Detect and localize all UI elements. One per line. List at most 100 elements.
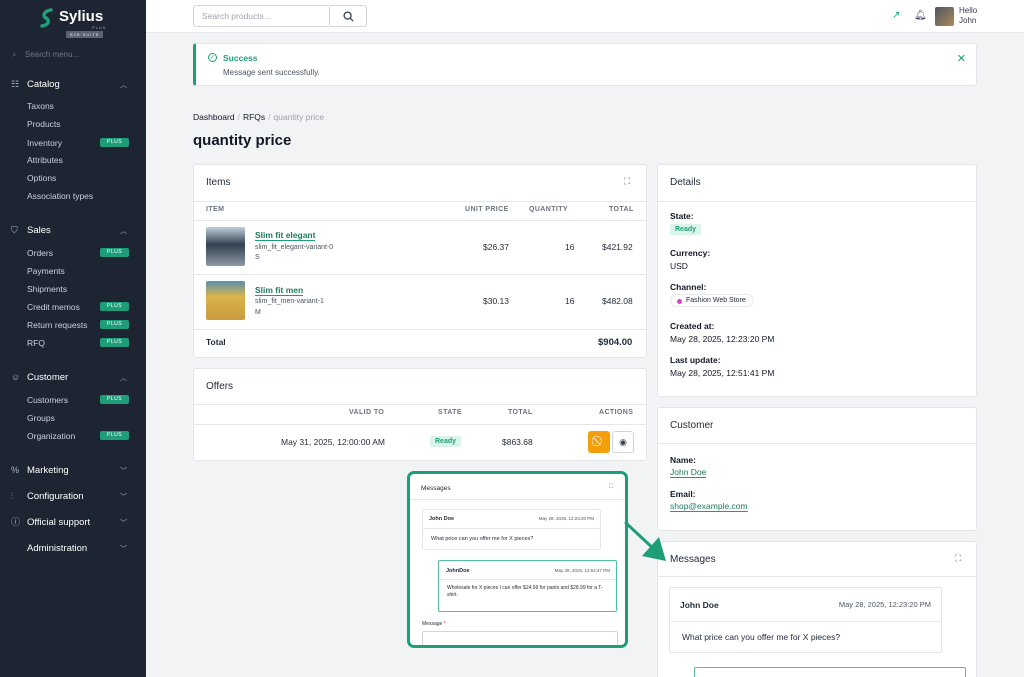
bell-icon[interactable]: 🔔︎	[914, 10, 927, 21]
total-label: Total	[206, 337, 226, 347]
message-date: May 28, 2025, 12:23:20 PM	[838, 600, 931, 609]
search-icon: ⌕	[12, 50, 17, 59]
sidebar-item-rfq[interactable]: RFQ	[27, 338, 45, 348]
chevron-down-icon: ﹀	[120, 494, 127, 501]
users-icon: ☺	[11, 372, 21, 382]
sidebar-item-inventory[interactable]: Inventory	[27, 138, 62, 148]
sidebar-item-options[interactable]: Options	[27, 173, 56, 183]
message-author: John Doe	[680, 600, 719, 610]
channel-badge: Fashion Web Store	[670, 294, 754, 307]
offer-total: $863.68	[502, 437, 533, 447]
expand-icon: ⛶	[609, 484, 614, 490]
external-link-icon[interactable]: ↗	[892, 10, 900, 21]
plus-badge: PLUS	[100, 302, 129, 311]
avatar[interactable]	[935, 7, 954, 26]
sidebar-heading-catalog[interactable]: ☷ Catalog ︿	[0, 79, 146, 93]
view-offer-button[interactable]: ◉	[612, 431, 634, 453]
customer-name-link[interactable]: John Doe	[670, 467, 707, 478]
sidebar-item-credit-memos[interactable]: Credit memos	[27, 302, 80, 312]
alert-title: Success	[223, 53, 258, 63]
callout-arrow-icon	[624, 521, 666, 561]
updated-value: May 28, 2025, 12:51:41 PM	[670, 368, 775, 378]
unit-price: $30.13	[483, 296, 509, 306]
sidebar-section-catalog: ☷ Catalog ︿	[0, 79, 146, 93]
name-label: Name:	[670, 455, 696, 465]
sidebar-item-attributes[interactable]: Attributes	[27, 155, 63, 165]
product-link[interactable]: Slim fit men	[255, 285, 304, 296]
header-unit-price: UNIT PRICE	[465, 206, 509, 213]
message-bubble: John Doe May 28, 2025, 12:23:20 PM What …	[422, 509, 601, 550]
chevron-down-icon: ﹀	[120, 468, 127, 475]
user-greeting[interactable]: Hello John	[959, 6, 977, 25]
plus-badge: PLUS	[100, 431, 129, 440]
sidebar-heading-marketing[interactable]: % Marketing ﹀	[0, 465, 146, 479]
sidebar-section-customer: ☺ Customer ︿	[0, 372, 146, 386]
product-size: S	[255, 254, 260, 261]
message-date: May 28, 2025, 12:23:20 PM	[538, 516, 594, 521]
expand-icon[interactable]: ⛶	[955, 553, 961, 564]
product-link[interactable]: Slim fit elegant	[255, 230, 316, 241]
chevron-down-icon: ﹀	[120, 520, 127, 527]
sidebar-heading-customer[interactable]: ☺ Customer ︿	[0, 372, 146, 386]
grand-total: $904.00	[598, 337, 633, 348]
message-author: John Doe	[429, 516, 455, 522]
close-icon[interactable]: ✕	[957, 52, 966, 65]
header-quantity: QUANTITY	[529, 206, 568, 213]
customer-email-link[interactable]: shop@example.com	[670, 501, 748, 512]
message-text: What price can you offer me for X pieces…	[682, 632, 841, 642]
chevron-up-icon: ︿	[120, 375, 127, 382]
row-total: $421.92	[602, 242, 633, 252]
product-variant: slim_fit_men-variant-1	[255, 298, 324, 305]
sylius-logo[interactable]: Sylius PLUS B2B SUITE	[40, 6, 110, 38]
sidebar-search-placeholder: Search menu...	[25, 50, 80, 59]
messages-preview-callout: Messages ⛶ John Doe May 28, 2025, 12:23:…	[407, 471, 628, 648]
message-label-text: Message	[422, 621, 443, 627]
info-icon: ⓘ	[11, 517, 21, 527]
sidebar-item-products[interactable]: Products	[27, 119, 61, 129]
eye-icon: ◉	[619, 437, 627, 447]
breadcrumb-rfqs[interactable]: RFQs	[243, 112, 265, 122]
product-variant: slim_fit_elegant-variant-0	[255, 244, 334, 251]
channel-name: Fashion Web Store	[686, 297, 746, 304]
reply-bubble	[694, 667, 966, 677]
sidebar-section-sales: ⛉ Sales ︿	[0, 225, 146, 239]
breadcrumb-dashboard[interactable]: Dashboard	[193, 112, 235, 122]
status-badge: Ready	[670, 224, 702, 235]
sidebar-heading-support[interactable]: ⓘ Official support ﹀	[0, 517, 146, 531]
sidebar-item-shipments[interactable]: Shipments	[27, 284, 67, 294]
sidebar-item-customers[interactable]: Customers	[27, 395, 68, 405]
header-state: STATE	[438, 409, 462, 416]
sidebar-item-organization[interactable]: Organization	[27, 431, 75, 441]
header-actions: ACTIONS	[599, 409, 634, 416]
hello-label: Hello	[959, 6, 978, 15]
sidebar-heading-label: Customer	[27, 372, 69, 383]
search-button[interactable]	[330, 5, 367, 27]
sidebar-item-taxons[interactable]: Taxons	[27, 101, 54, 111]
sidebar-heading-administration[interactable]: Administration ﹀	[0, 543, 146, 557]
plus-badge: PLUS	[100, 395, 129, 404]
sidebar-item-groups[interactable]: Groups	[27, 413, 55, 423]
message-date: May 28, 2025, 12:52:47 PM	[554, 568, 610, 573]
chevron-up-icon: ︿	[120, 82, 127, 89]
expand-icon[interactable]: ⛶	[624, 176, 630, 187]
plus-badge: PLUS	[100, 320, 129, 329]
product-search-input[interactable]: Search products...	[193, 5, 330, 27]
user-name: John	[959, 15, 977, 25]
sidebar-heading-configuration[interactable]: ⫶ Configuration ﹀	[0, 491, 146, 505]
plus-badge: PLUS	[100, 248, 129, 257]
sidebar-item-payments[interactable]: Payments	[27, 266, 65, 276]
sidebar-heading-sales[interactable]: ⛉ Sales ︿	[0, 225, 146, 239]
sidebar-item-orders[interactable]: Orders	[27, 248, 53, 258]
unit-price: $26.37	[483, 242, 509, 252]
quantity: 16	[565, 242, 575, 252]
sidebar-item-return-requests[interactable]: Return requests	[27, 320, 87, 330]
cancel-offer-button[interactable]: ⃠	[588, 431, 610, 453]
message-bubble: John Doe May 28, 2025, 12:23:20 PM What …	[669, 587, 942, 653]
customer-card-title: Customer	[670, 420, 714, 431]
created-label: Created at:	[670, 321, 715, 331]
customer-card: Customer Name: John Doe Email: shop@exam…	[657, 407, 977, 531]
sidebar-search[interactable]: ⌕ Search menu...	[12, 50, 79, 60]
messages-card-title: Messages	[670, 554, 716, 565]
sidebar-item-association-types[interactable]: Association types	[27, 191, 93, 201]
preview-title: Messages	[421, 485, 451, 492]
